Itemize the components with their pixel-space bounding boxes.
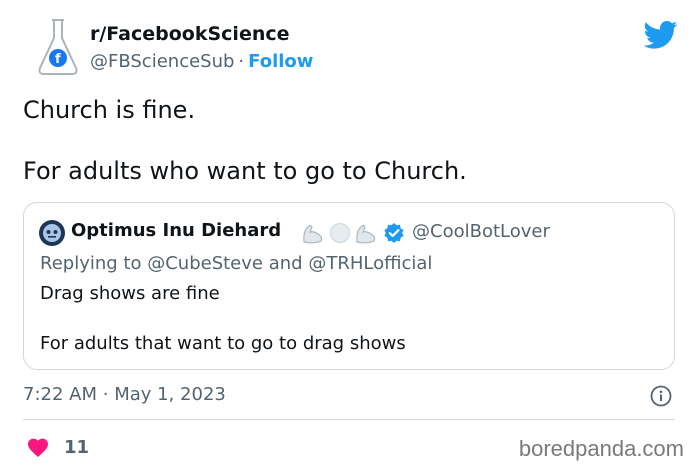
replying-to-label: Replying to: [40, 253, 142, 274]
flexed-arm-icon: [303, 224, 323, 244]
tweet-text-line: Church is fine.: [23, 96, 196, 124]
footer-divider: [23, 419, 675, 420]
replying-and-label: and: [268, 253, 303, 274]
robot-avatar-icon[interactable]: [39, 220, 65, 246]
quoted-author-name[interactable]: Optimus Inu Diehard: [71, 220, 281, 241]
name-emojis: [303, 223, 376, 244]
flexed-arm-icon: [356, 224, 376, 244]
tweet-text-line: For adults who want to go to Church.: [23, 157, 467, 185]
handle-row: @FBScienceSub · Follow: [90, 51, 313, 72]
mention-link[interactable]: @TRHLofficial: [308, 253, 432, 274]
follow-button[interactable]: Follow: [248, 51, 313, 72]
mention-link[interactable]: @CubeSteve: [147, 253, 263, 274]
flask-icon[interactable]: f: [36, 18, 80, 76]
quoted-tweet[interactable]: Optimus Inu Diehard @CoolBotLover Replyi…: [23, 202, 675, 370]
verified-badge-icon: [384, 223, 404, 243]
separator-dot: ·: [238, 51, 245, 72]
tweet-timestamp[interactable]: 7:22 AM · May 1, 2023: [23, 384, 226, 405]
heart-icon[interactable]: [26, 436, 50, 458]
account-handle[interactable]: @FBScienceSub: [90, 51, 234, 72]
tweet-time[interactable]: 7:22 AM: [23, 384, 97, 405]
white-circle-icon: [330, 223, 350, 243]
quoted-text-line: Drag shows are fine: [40, 283, 220, 304]
quoted-author-handle[interactable]: @CoolBotLover: [412, 221, 550, 242]
twitter-bird-icon[interactable]: [644, 20, 678, 50]
account-name[interactable]: r/FacebookScience: [90, 23, 290, 45]
watermark: boredpanda.com: [518, 436, 684, 461]
like-count[interactable]: 11: [64, 437, 89, 458]
svg-text:f: f: [55, 52, 61, 67]
tweet-date[interactable]: May 1, 2023: [114, 384, 226, 405]
info-icon[interactable]: [650, 385, 672, 407]
tweet-header: f r/FacebookScience @FBScienceSub · Follow: [22, 18, 682, 78]
separator-dot: ·: [102, 384, 109, 405]
replying-to-line: Replying to @CubeSteve and @TRHLofficial: [40, 253, 432, 274]
quoted-text-line: For adults that want to go to drag shows: [40, 333, 406, 354]
